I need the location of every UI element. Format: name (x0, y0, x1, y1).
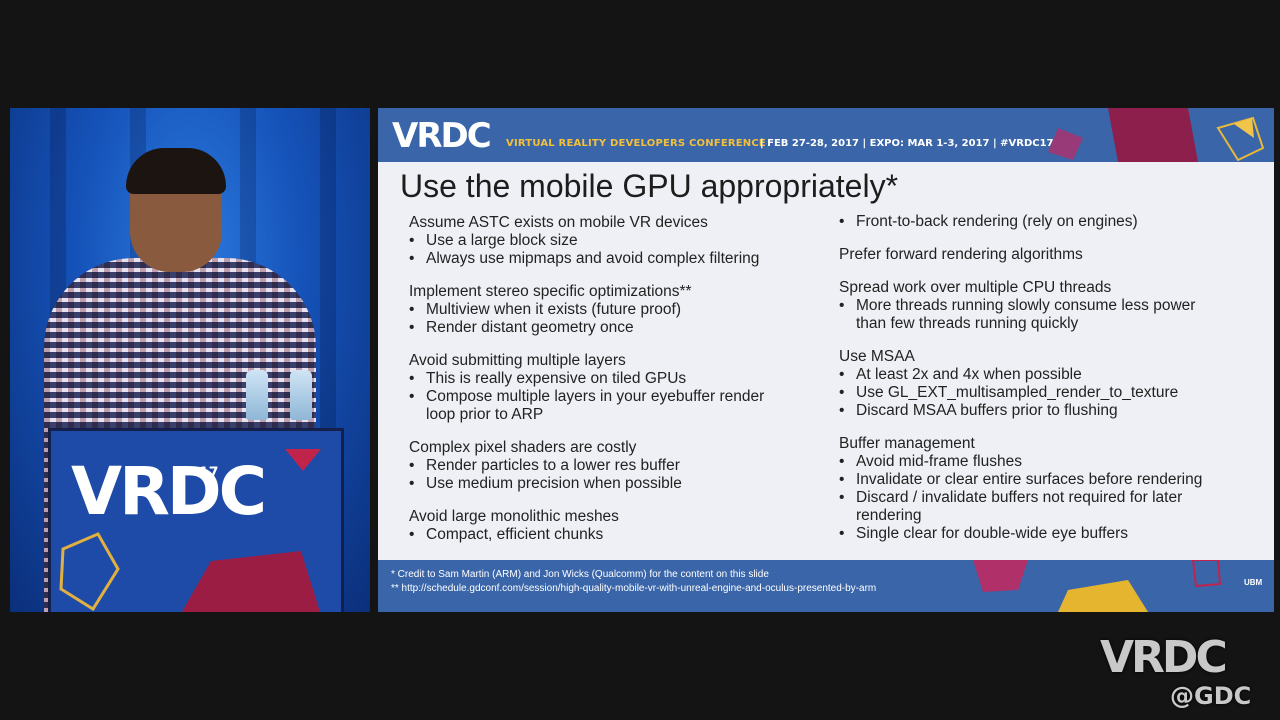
footer-decoration (973, 560, 1222, 612)
water-bottle (246, 370, 268, 420)
bullet-item: Use a large block size (409, 232, 839, 250)
water-bottle (290, 370, 312, 420)
bullet-item: Use GL_EXT_multisampled_render_to_textur… (839, 384, 1269, 402)
slide-title: Use the mobile GPU appropriately* (400, 168, 899, 204)
section-title: Avoid submitting multiple layers (409, 352, 626, 369)
bullet-item: Discard / invalidate buffers not require… (839, 489, 1269, 507)
bullet-item: At least 2x and 4x when possible (839, 366, 1269, 384)
section-title: Implement stereo specific optimizations*… (409, 283, 692, 300)
bullet-item: Multiview when it exists (future proof) (409, 301, 839, 319)
bullet-item: than few threads running quickly (856, 315, 1079, 332)
slide-section: Front-to-back rendering (rely on engines… (839, 213, 1269, 231)
footnote-link: ** http://schedule.gdconf.com/session/hi… (391, 583, 877, 594)
slide-section: Complex pixel shaders are costlyRender p… (409, 438, 839, 493)
speaker-hair (126, 148, 226, 194)
podium-logo: VRDC (71, 453, 267, 530)
header-conference: VIRTUAL REALITY DEVELOPERS CONFERENCE (506, 138, 766, 149)
section-title: Buffer management (839, 435, 975, 452)
podium-logo-badge: 17 (199, 465, 219, 481)
header-logo: VRDC (392, 116, 492, 156)
bullet-item: rendering (856, 507, 922, 524)
bullet-item: Invalidate or clear entire surfaces befo… (839, 471, 1269, 489)
section-title: Complex pixel shaders are costly (409, 439, 637, 456)
bullet-item: Compact, efficient chunks (409, 526, 839, 544)
bullet-item: Render particles to a lower res buffer (409, 457, 839, 475)
slide-section: Avoid large monolithic meshesCompact, ef… (409, 507, 839, 544)
footnote-credit: * Credit to Sam Martin (ARM) and Jon Wic… (391, 569, 769, 580)
bullet-item: Render distant geometry once (409, 319, 839, 337)
section-title: Prefer forward rendering algorithms (839, 246, 1083, 263)
bullet-item: Discard MSAA buffers prior to flushing (839, 402, 1269, 420)
crimson-shape (181, 551, 321, 612)
speaker-video: VRDC 17 (10, 108, 370, 612)
bullet-item: More threads running slowly consume less… (839, 297, 1269, 315)
section-title: Use MSAA (839, 348, 915, 365)
section-title: Avoid large monolithic meshes (409, 508, 619, 525)
header-decoration (1048, 108, 1265, 162)
section-title: Spread work over multiple CPU threads (839, 279, 1112, 296)
bullet-item: Front-to-back rendering (rely on engines… (839, 213, 1269, 231)
bullet-item: Compose multiple layers in your eyebuffe… (409, 388, 839, 406)
gem-graphic (59, 532, 120, 612)
vrdc-watermark: VRDC @GDC (1100, 632, 1252, 714)
bullet-item: This is really expensive on tiled GPUs (409, 370, 839, 388)
slide-section: Spread work over multiple CPU threadsMor… (839, 278, 1269, 333)
watermark-sub: @GDC (1170, 682, 1252, 710)
slide-section: Prefer forward rendering algorithms (839, 245, 1269, 264)
slide-section: Avoid submitting multiple layersThis is … (409, 351, 839, 424)
header-dates: | FEB 27-28, 2017 | EXPO: MAR 1-3, 2017 … (760, 138, 1054, 149)
slide-section: Buffer managementAvoid mid-frame flushes… (839, 434, 1269, 543)
bullet-item: Avoid mid-frame flushes (839, 453, 1269, 471)
bullet-item: Always use mipmaps and avoid complex fil… (409, 250, 839, 268)
section-title: Assume ASTC exists on mobile VR devices (409, 214, 708, 231)
presentation-slide: VRDC VIRTUAL REALITY DEVELOPERS CONFEREN… (378, 108, 1274, 612)
watermark-logo: VRDC (1100, 632, 1228, 683)
bullet-item: Use medium precision when possible (409, 475, 839, 493)
podium: VRDC 17 (48, 428, 344, 612)
slide-section: Assume ASTC exists on mobile VR devicesU… (409, 213, 839, 268)
bullet-item: Single clear for double-wide eye buffers (839, 525, 1269, 543)
bullet-item: loop prior to ARP (426, 406, 544, 423)
slide-section: Use MSAAAt least 2x and 4x when possible… (839, 347, 1269, 420)
right-column: Front-to-back rendering (rely on engines… (839, 213, 1269, 557)
slide-header: VRDC VIRTUAL REALITY DEVELOPERS CONFEREN… (378, 108, 1274, 162)
left-column: Assume ASTC exists on mobile VR devicesU… (409, 213, 839, 558)
slide-section: Implement stereo specific optimizations*… (409, 282, 839, 337)
red-triangle (285, 449, 321, 471)
ubm-logo: UBM (1244, 578, 1263, 587)
